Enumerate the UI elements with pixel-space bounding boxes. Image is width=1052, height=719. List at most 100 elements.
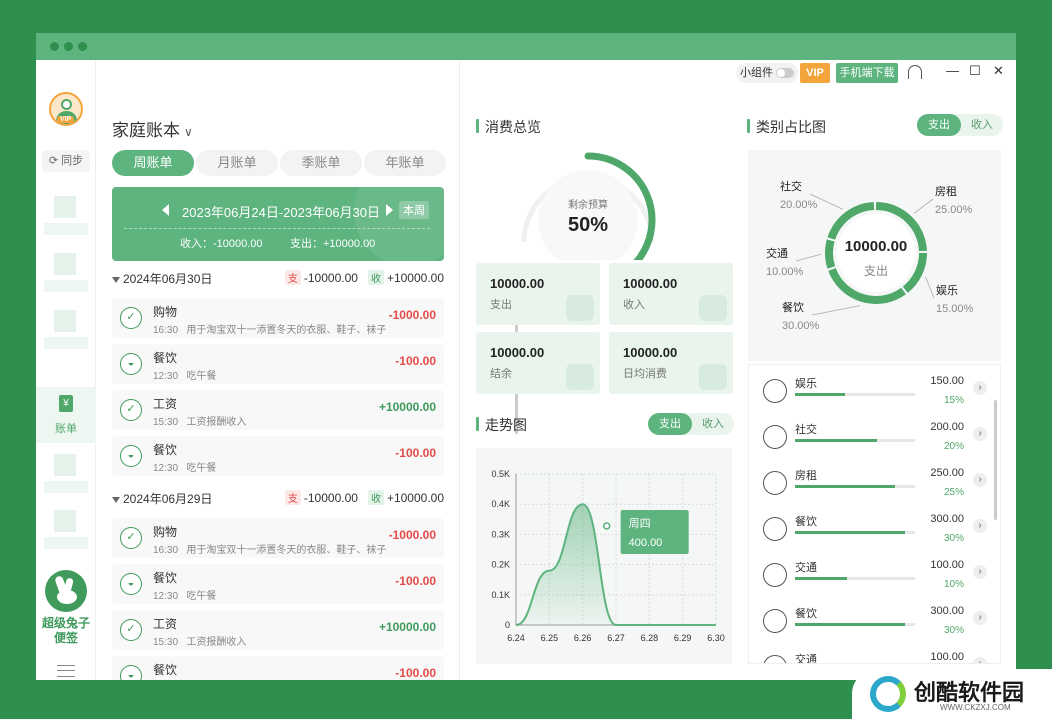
- bill-name: 餐饮: [153, 351, 178, 365]
- chevron-right-icon[interactable]: ›: [973, 381, 987, 395]
- stat-card-income: 10000.00 收入: [609, 263, 733, 325]
- bill-row[interactable]: ✓ 工资 15:30 工资报酬收入 +10000.00: [112, 390, 444, 430]
- widget-toggle[interactable]: 小组件: [736, 63, 798, 83]
- close-button[interactable]: ✕: [993, 63, 1004, 79]
- trend-income-toggle[interactable]: 收入: [692, 413, 734, 435]
- category-income-toggle[interactable]: 收入: [961, 114, 1003, 136]
- slice-name: 娱乐: [936, 283, 958, 297]
- tab-quarter[interactable]: 季账单: [280, 150, 362, 176]
- category-row[interactable]: 餐饮 300.00 30% ›: [749, 599, 989, 645]
- category-row[interactable]: 交通 100.00 ›: [749, 645, 989, 663]
- chevron-right-icon[interactable]: ›: [973, 657, 987, 663]
- category-row[interactable]: 社交 200.00 20% ›: [749, 415, 989, 461]
- bill-row[interactable]: ◒ 餐饮 12:30 吃午餐 -100.00: [112, 564, 444, 604]
- window-dot[interactable]: [64, 42, 73, 51]
- trend-chart-panel: 0 0.1K 0.2K 0.3K 0.4K 0.5K 6.24 6.25 6.26 6.27 6.2…: [476, 448, 732, 664]
- watermark-logo-icon: [870, 676, 906, 712]
- bill-row[interactable]: ✓ 购物 16:30 用于淘宝双十一添置冬天的衣服、鞋子、袜子 -1000.00: [112, 298, 444, 338]
- x-tick-label: 6.25: [541, 633, 559, 643]
- prev-arrow-icon[interactable]: [162, 204, 169, 216]
- window-dot[interactable]: [50, 42, 59, 51]
- day-income: +10000.00: [386, 491, 444, 505]
- chevron-down-icon: ∨: [184, 125, 193, 139]
- overview-title: 消费总览: [476, 117, 541, 137]
- day-expense: -10000.00: [303, 271, 358, 285]
- maximize-button[interactable]: ☐: [969, 63, 981, 79]
- bill-amount: -100.00: [395, 446, 436, 460]
- day-income: +10000.00: [386, 271, 444, 285]
- y-tick-label: 0.1K: [491, 590, 510, 600]
- tooltip-label: 周四: [629, 517, 651, 530]
- collapse-icon[interactable]: [112, 276, 120, 283]
- slice-percent: 15.00%: [936, 303, 974, 315]
- day-expense: -10000.00: [303, 491, 358, 505]
- tab-year[interactable]: 年账单: [364, 150, 446, 176]
- collapse-icon[interactable]: [112, 496, 120, 503]
- highlight-point[interactable]: [602, 522, 611, 530]
- bill-detail: 12:30 吃午餐: [153, 463, 217, 474]
- bill-name: 餐饮: [153, 571, 178, 585]
- category-percent: 15%: [943, 395, 964, 406]
- bill-amount: -100.00: [395, 354, 436, 368]
- bill-row[interactable]: ✓ 购物 16:30 用于淘宝双十一添置冬天的衣服、鞋子、袜子 -1000.00: [112, 518, 444, 558]
- nav-placeholder-icon[interactable]: [54, 310, 76, 332]
- avatar[interactable]: VIP: [49, 92, 83, 126]
- bill-amount: +10000.00: [378, 400, 436, 414]
- book-selector[interactable]: 家庭账本 ∨: [112, 116, 193, 141]
- mobile-download-button[interactable]: 手机端下载: [836, 63, 898, 83]
- trend-expense-toggle[interactable]: 支出: [648, 413, 692, 435]
- trend-title: 走势图: [476, 415, 527, 435]
- day-header[interactable]: 2024年06月30日 支 -10000.00 收 +10000.00: [112, 270, 444, 290]
- category-bar-fill: [795, 393, 846, 396]
- y-tick-label: 0.2K: [491, 560, 510, 570]
- category-list: 娱乐 150.00 15% › 社交 200.00 20% › 房租 250.00 25% › 餐饮 30…: [748, 364, 1001, 664]
- slice-name: 餐饮: [782, 300, 804, 314]
- bill-row[interactable]: ◒ 餐饮 12:30 吃午餐 -100.00: [112, 656, 444, 680]
- wallet-icon: [566, 295, 594, 321]
- watermark: 创酷软件园 WWW.CKZXJ.COM: [852, 669, 1052, 719]
- menu-icon[interactable]: [57, 665, 75, 677]
- category-value: 300.00: [930, 605, 964, 617]
- pie-slice[interactable]: [825, 239, 836, 269]
- this-week-button[interactable]: 本周: [399, 201, 429, 219]
- sidebar-item-bills[interactable]: ¥ 账单: [36, 387, 96, 443]
- nav-placeholder-icon[interactable]: [54, 454, 76, 476]
- category-row[interactable]: 交通 100.00 10% ›: [749, 553, 989, 599]
- bill-row[interactable]: ◒ 餐饮 12:30 吃午餐 -100.00: [112, 436, 444, 476]
- next-arrow-icon[interactable]: [386, 204, 393, 216]
- minimize-button[interactable]: —: [946, 63, 959, 78]
- slice-name: 社交: [780, 179, 802, 193]
- nav-placeholder-icon[interactable]: [54, 196, 76, 218]
- category-percent: 30%: [943, 625, 964, 636]
- slice-percent: 20.00%: [780, 199, 818, 211]
- bill-amount: -100.00: [395, 574, 436, 588]
- chevron-right-icon[interactable]: ›: [973, 473, 987, 487]
- nav-placeholder-icon[interactable]: [54, 510, 76, 532]
- chevron-right-icon[interactable]: ›: [973, 611, 987, 625]
- toggle-switch[interactable]: [776, 68, 794, 78]
- sync-button[interactable]: ⟳ 同步: [42, 150, 90, 172]
- social-icon: [763, 425, 787, 449]
- chevron-right-icon[interactable]: ›: [973, 519, 987, 533]
- headset-icon[interactable]: [908, 65, 922, 79]
- day-header[interactable]: 2024年06月29日 支 -10000.00 收 +10000.00: [112, 490, 444, 510]
- tab-month[interactable]: 月账单: [196, 150, 278, 176]
- bill-row[interactable]: ◒ 餐饮 12:30 吃午餐 -100.00: [112, 344, 444, 384]
- x-tick-label: 6.28: [641, 633, 659, 643]
- money-bag-icon: [566, 364, 594, 390]
- category-scrollbar[interactable]: [994, 400, 997, 520]
- chevron-right-icon[interactable]: ›: [973, 565, 987, 579]
- category-name: 餐饮: [795, 516, 817, 528]
- tab-week[interactable]: 周账单: [112, 150, 194, 176]
- vip-button[interactable]: VIP: [800, 63, 830, 83]
- slice-name: 交通: [766, 246, 788, 260]
- category-row[interactable]: 房租 250.00 25% ›: [749, 461, 989, 507]
- chevron-right-icon[interactable]: ›: [973, 427, 987, 441]
- category-row[interactable]: 娱乐 150.00 15% ›: [749, 369, 989, 415]
- food-icon: [763, 517, 787, 541]
- nav-placeholder-icon[interactable]: [54, 253, 76, 275]
- category-expense-toggle[interactable]: 支出: [917, 114, 961, 136]
- category-row[interactable]: 餐饮 300.00 30% ›: [749, 507, 989, 553]
- window-dot[interactable]: [78, 42, 87, 51]
- bill-row[interactable]: ✓ 工资 15:30 工资报酬收入 +10000.00: [112, 610, 444, 650]
